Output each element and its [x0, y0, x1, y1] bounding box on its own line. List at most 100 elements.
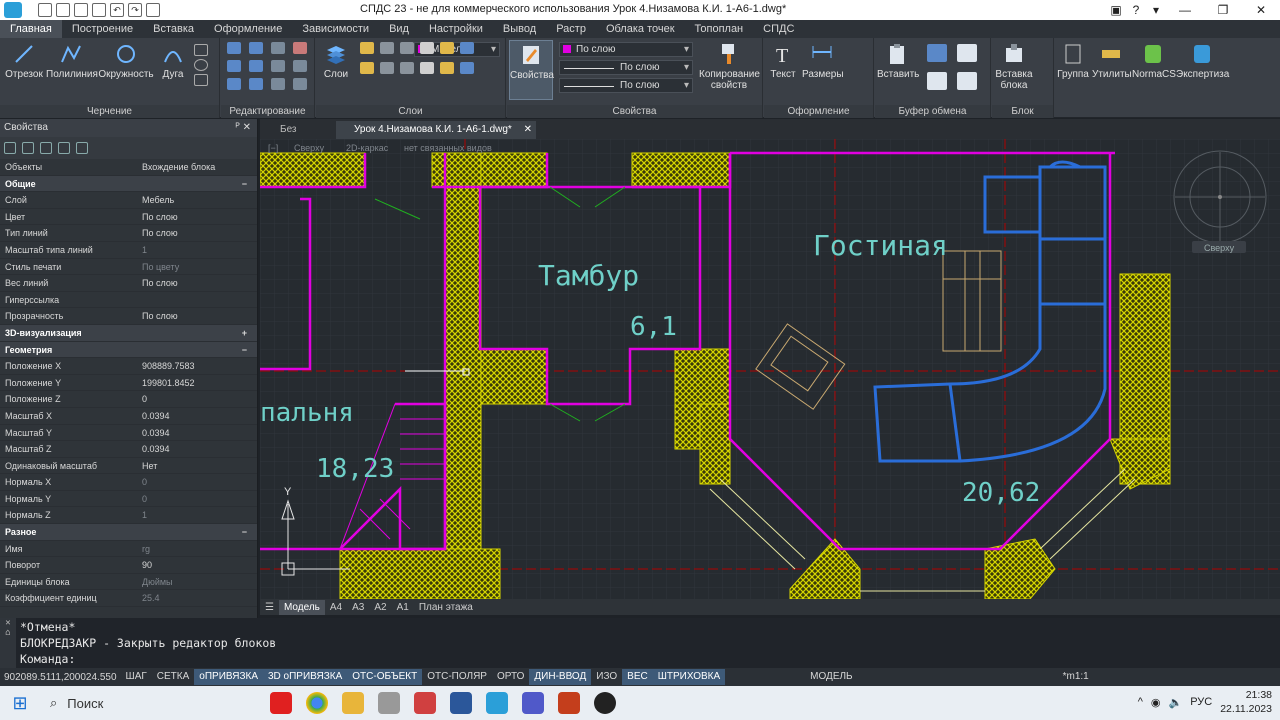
- chevron-up-icon[interactable]: ^: [1138, 696, 1143, 708]
- ribbon-tab[interactable]: Растр: [546, 20, 596, 38]
- minimize-button[interactable]: —: [1166, 0, 1204, 20]
- chrome-icon[interactable]: [306, 692, 328, 714]
- property-row[interactable]: Тип линий По слою: [0, 225, 257, 242]
- property-row[interactable]: Положение Z 0: [0, 391, 257, 408]
- status-toggle[interactable]: ОТС-ОБЪЕКТ: [347, 669, 423, 685]
- layout-tab[interactable]: A4: [325, 600, 347, 615]
- status-toggle[interactable]: 3D оПРИВЯЗКА: [262, 669, 348, 685]
- command-prompt[interactable]: Команда:: [20, 651, 75, 667]
- layout-menu-icon[interactable]: ☰: [260, 600, 279, 615]
- scale-icon[interactable]: [249, 78, 263, 90]
- property-row[interactable]: Цвет По слою: [0, 209, 257, 226]
- layer-color-icon[interactable]: [420, 42, 434, 54]
- lock-icon[interactable]: [400, 42, 414, 54]
- copy-icon[interactable]: [249, 60, 263, 72]
- chevron-down-icon[interactable]: ▾: [1146, 0, 1166, 20]
- undo-icon[interactable]: ↶: [110, 3, 124, 17]
- open-file-icon[interactable]: [56, 3, 70, 17]
- property-row[interactable]: Нормаль Z 1: [0, 507, 257, 525]
- section-toggle[interactable]: −: [142, 524, 257, 540]
- layer-off-icon[interactable]: [360, 62, 374, 74]
- fillet-icon[interactable]: [271, 60, 285, 72]
- view-label[interactable]: Сверху: [294, 143, 325, 153]
- offset-icon[interactable]: [293, 78, 307, 90]
- status-toggle[interactable]: оПРИВЯЗКА: [194, 669, 263, 685]
- utilities-button[interactable]: Утилиты: [1092, 42, 1132, 80]
- stretch-icon[interactable]: [227, 78, 241, 90]
- quick-select-icon[interactable]: [40, 142, 52, 154]
- status-toggle[interactable]: ШАГ: [121, 669, 152, 685]
- help-icon[interactable]: [76, 142, 88, 154]
- status-toggle[interactable]: ОТС-ПОЛЯР: [422, 669, 492, 685]
- layer-lock2-icon[interactable]: [400, 62, 414, 74]
- model-space-toggle[interactable]: МОДЕЛЬ: [805, 669, 857, 685]
- word-icon[interactable]: [450, 692, 472, 714]
- text-button[interactable]: T Текст: [766, 42, 800, 80]
- ribbon-tab[interactable]: Вставка: [143, 20, 204, 38]
- status-toggle[interactable]: ШТРИХОВКА: [652, 669, 726, 685]
- layer-merge-icon[interactable]: [440, 62, 454, 74]
- layer-freeze-icon[interactable]: [380, 62, 394, 74]
- doc-tab-active[interactable]: Урок 4.Низамова К.И. 1-А6-1.dwg* ✕: [336, 121, 536, 139]
- property-section[interactable]: Общие −: [0, 175, 257, 193]
- polyline-button[interactable]: Полилиния: [46, 42, 98, 80]
- drawing-canvas[interactable]: Тамбур 6,1 Гостиная 20,62 пальня 18,23 Y…: [260, 139, 1280, 599]
- ribbon-tab[interactable]: Вывод: [493, 20, 546, 38]
- erase-icon[interactable]: [293, 42, 307, 54]
- redo-icon[interactable]: ↷: [128, 3, 142, 17]
- hatch-icon[interactable]: [194, 74, 208, 86]
- dimensions-button[interactable]: Размеры: [802, 42, 844, 80]
- linetype-dropdown[interactable]: По слою: [559, 60, 693, 75]
- group-button[interactable]: Группа: [1056, 42, 1090, 80]
- teams-icon[interactable]: [522, 692, 544, 714]
- toggle-pickadd-icon[interactable]: [4, 142, 16, 154]
- ribbon-tab[interactable]: Облака точек: [596, 20, 685, 38]
- property-row[interactable]: Коэффициент единиц 25.4: [0, 590, 257, 608]
- save-as-icon[interactable]: [92, 3, 106, 17]
- layout-tab[interactable]: A1: [392, 600, 414, 615]
- status-toggle[interactable]: СЕТКА: [152, 669, 195, 685]
- ribbon-tab[interactable]: Топоплан: [685, 20, 754, 38]
- layout-tab[interactable]: A3: [347, 600, 369, 615]
- arc-button[interactable]: Дуга: [156, 42, 190, 80]
- expand-collapse-icon[interactable]: −: [242, 342, 247, 358]
- copy-base-icon[interactable]: [927, 72, 947, 90]
- expand-collapse-icon[interactable]: +: [242, 325, 247, 341]
- doc-tab-untitled[interactable]: Без имени0*: [262, 121, 332, 153]
- line-button[interactable]: Отрезок: [4, 42, 44, 80]
- paste-special-icon[interactable]: [957, 72, 977, 90]
- expertise-button[interactable]: Экспертиза: [1176, 42, 1229, 80]
- powerpoint-icon[interactable]: [558, 692, 580, 714]
- bulb-icon[interactable]: [360, 42, 374, 54]
- layer-isolate-icon[interactable]: [440, 42, 454, 54]
- help-icon[interactable]: ?: [1126, 0, 1146, 20]
- normacs-button[interactable]: NormaCS: [1132, 42, 1176, 80]
- workspace-icon[interactable]: ▣: [1106, 0, 1126, 20]
- property-section[interactable]: Разное −: [0, 524, 257, 541]
- clock[interactable]: 21:38 22.11.2023: [1220, 688, 1272, 716]
- property-section[interactable]: Геометрия −: [0, 341, 257, 359]
- windows-start-icon[interactable]: ⊞: [0, 693, 40, 714]
- property-row[interactable]: Нормаль X 0: [0, 474, 257, 491]
- expand-collapse-icon[interactable]: −: [242, 524, 247, 540]
- status-toggle[interactable]: ДИН-ВВОД: [529, 669, 592, 685]
- ribbon-tab[interactable]: Вид: [379, 20, 419, 38]
- annotation-scale[interactable]: *m1:1: [1058, 669, 1094, 685]
- app-icon[interactable]: [378, 692, 400, 714]
- layout-tab[interactable]: Модель: [278, 599, 325, 615]
- taskbar-search[interactable]: ⌕ Поиск: [40, 686, 220, 720]
- array-icon[interactable]: [271, 78, 285, 90]
- insert-block-button[interactable]: Вставка блока: [994, 42, 1034, 91]
- property-row[interactable]: Гиперссылка: [0, 292, 257, 309]
- ribbon-tab[interactable]: Построение: [62, 20, 143, 38]
- ellipse-icon[interactable]: [194, 59, 208, 71]
- cad-app-icon[interactable]: [486, 692, 508, 714]
- layout-tab[interactable]: A2: [369, 600, 391, 615]
- app-icon[interactable]: [594, 692, 616, 714]
- named-views-label[interactable]: нет связанных видов: [404, 143, 492, 153]
- mirror-icon[interactable]: [227, 60, 241, 72]
- lineweight-dropdown[interactable]: По слою: [559, 78, 693, 93]
- layer-delete-icon[interactable]: [460, 62, 474, 74]
- property-row[interactable]: Стиль печати По цвету: [0, 259, 257, 276]
- property-row[interactable]: Объекты Вхождение блока: [0, 159, 257, 176]
